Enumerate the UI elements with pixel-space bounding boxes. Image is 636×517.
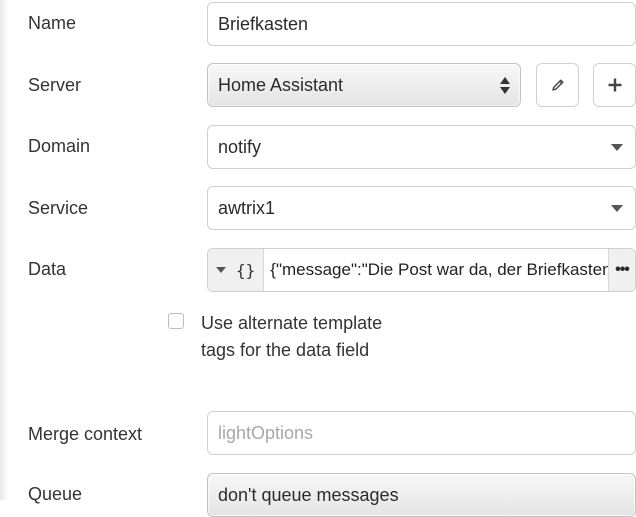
data-expand-button[interactable]: ••• [608,249,635,291]
service-label: Service [28,198,89,218]
server-label: Server [28,75,82,95]
name-label: Name [28,13,77,33]
data-type-selector[interactable]: {} [208,249,265,291]
name-value: Briefkasten [218,13,309,34]
service-value: awtrix1 [218,197,276,218]
alt-tags-label: Use alternate template tags for the data… [201,313,383,360]
server-select[interactable]: Home Assistant [207,63,521,107]
add-server-button[interactable] [593,63,636,107]
domain-value: notify [218,136,262,157]
pencil-icon [551,79,563,91]
select-updown-icon [500,76,510,94]
edit-server-button[interactable] [536,63,579,107]
queue-label: Queue [28,484,83,504]
data-value[interactable]: {"message":"Die Post war da, der Briefka… [264,260,608,280]
alt-tags-checkbox[interactable] [168,313,184,329]
panel-edge-shadow [0,0,8,500]
queue-value: don't queue messages [218,484,399,505]
queue-select[interactable]: don't queue messages [207,473,636,517]
merge-context-input[interactable] [207,411,636,455]
data-label: Data [28,259,67,279]
service-select[interactable]: awtrix1 [207,186,636,230]
plus-icon [608,78,621,92]
json-type-icon: {} [236,260,256,280]
domain-select[interactable]: notify [207,125,636,169]
server-value: Home Assistant [218,74,344,95]
chevron-down-icon [611,204,623,212]
data-typed-input[interactable]: {} {"message":"Die Post war da, der Brie… [207,248,636,292]
merge-context-label: Merge context [28,424,143,444]
name-input[interactable]: Briefkasten [207,2,636,46]
domain-label: Domain [28,136,91,156]
chevron-down-icon [611,143,623,151]
chevron-down-icon [216,267,226,273]
